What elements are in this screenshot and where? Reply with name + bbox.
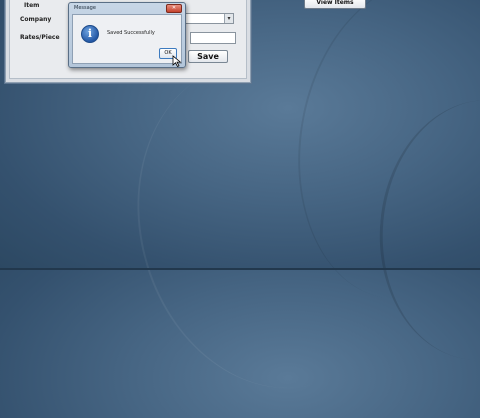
dialog-body: i Saved Successfully OK (72, 14, 182, 64)
chevron-down-icon[interactable]: ▾ (224, 14, 233, 23)
company-label: Company (20, 16, 52, 23)
dialog-title: Message (74, 5, 96, 11)
message-dialog: Message ✕ i Saved Successfully OK (68, 2, 186, 68)
close-icon[interactable]: ✕ (166, 4, 182, 13)
mouse-pointer-icon (172, 55, 182, 67)
save-button[interactable]: Save (188, 50, 228, 63)
dialog-message: Saved Successfully (107, 30, 155, 36)
rates-per-piece-label: Rates/Piece (20, 34, 60, 41)
view-items-button[interactable]: View Items (304, 0, 366, 9)
rates-per-piece-value (191, 43, 193, 50)
rates-per-piece-input[interactable] (190, 32, 236, 44)
info-icon: i (81, 25, 99, 43)
item-label: Item (24, 2, 40, 9)
